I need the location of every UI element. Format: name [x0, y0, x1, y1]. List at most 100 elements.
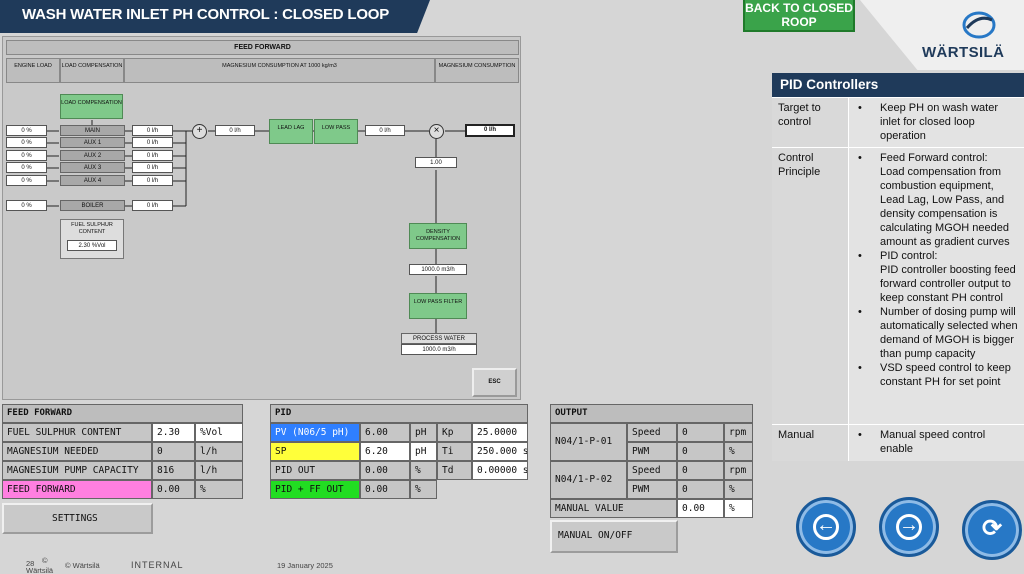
footer-company: Wärtsilä	[26, 566, 54, 574]
boiler-flow: 0 l/h	[132, 200, 173, 211]
logo-wordmark: WÄRTSILÄ	[922, 44, 1005, 61]
back-to-closed-loop-button[interactable]: BACK TO CLOSED ROOP	[743, 0, 855, 32]
process-water-value: 1000.0 m3/h	[401, 344, 477, 355]
principle-vsd: VSD speed control to keep constant PH fo…	[853, 361, 1020, 389]
previous-button[interactable]: ←	[796, 497, 856, 557]
arrow-left-icon: ←	[813, 514, 839, 540]
pump-2-name: N04/1-P-02	[550, 461, 627, 499]
manual-value-input[interactable]: 0.00	[677, 499, 724, 518]
ff-value-fuel-sulphur[interactable]: 2.30	[152, 423, 195, 442]
pid-table-title: PID	[270, 404, 528, 423]
engine-label-aux4: AUX 4	[60, 175, 125, 186]
ff-value-feed-forward: 0.00	[152, 480, 195, 499]
next-button[interactable]: →	[879, 497, 939, 557]
footer-copyright: © Wärtsilä	[65, 561, 100, 570]
footer-copyright-symbol: ©	[42, 556, 48, 565]
pump-2-pwm-value: 0	[677, 480, 724, 499]
row-manual: Manual Manual speed control enable	[772, 424, 1024, 461]
fuel-sulphur-label: FUEL SULPHUR CONTENT	[71, 222, 113, 235]
pump-1-name: N04/1-P-01	[550, 423, 627, 461]
manual-onoff-button[interactable]: MANUAL ON/OFF	[550, 520, 678, 553]
pid-label-pid-ff-out: PID + FF OUT	[270, 480, 360, 499]
principle-label: Control Principle	[772, 148, 849, 424]
load-compensation-button[interactable]: LOAD COMPENSATION	[60, 94, 123, 119]
pid-param-kp: Kp	[437, 423, 472, 442]
footer-classification: INTERNAL	[131, 560, 184, 570]
settings-button[interactable]: SETTINGS	[2, 503, 153, 534]
pump-1-pwm-label: PWM	[627, 442, 677, 461]
pid-unit-pid-ff-out: %	[410, 480, 437, 499]
feed-forward-table-title: FEED FORWARD	[2, 404, 243, 423]
fuel-sulphur-box: FUEL SULPHUR CONTENT 2.30 %Vol	[60, 219, 124, 259]
row-control-principle: Control Principle Feed Forward control: …	[772, 147, 1024, 424]
ff-unit-pump-capacity: l/h	[195, 461, 243, 480]
pid-unit-sp: pH	[410, 442, 437, 461]
engine-label-aux2: AUX 2	[60, 150, 125, 161]
pid-value-kp[interactable]: 25.0000	[472, 423, 528, 442]
row-target: Target to control Keep PH on wash water …	[772, 97, 1024, 147]
pid-controllers-title: PID Controllers	[772, 73, 1024, 97]
pid-unit-pv: pH	[410, 423, 437, 442]
target-label: Target to control	[772, 98, 849, 147]
process-water-label: PROCESS WATER	[401, 333, 477, 344]
principle-pid-body: PID controller boosting feed forward con…	[880, 264, 1016, 304]
pump-1-pwm-value: 0	[677, 442, 724, 461]
footer-date: 19 January 2025	[277, 561, 333, 570]
pid-value-ti[interactable]: 250.000 s	[472, 442, 528, 461]
refresh-button[interactable]: ⟳	[962, 500, 1022, 560]
manual-value: Manual speed control enable	[849, 425, 1024, 461]
pump-1-speed-label: Speed	[627, 423, 677, 442]
ff-label-fuel-sulphur: FUEL SULPHUR CONTENT	[2, 423, 152, 442]
low-pass-button[interactable]: LOW PASS	[314, 119, 358, 144]
manual-value-label: MANUAL VALUE	[550, 499, 677, 518]
engine-load-aux2: 0 %	[6, 150, 47, 161]
pid-label-out: PID OUT	[270, 461, 360, 480]
wartsila-logo-icon	[962, 11, 996, 39]
engine-load-aux3: 0 %	[6, 162, 47, 173]
pid-label-pv: PV (N06/5 pH)	[270, 423, 360, 442]
pid-value-pv: 6.00	[360, 423, 410, 442]
pid-value-pid-ff-out: 0.00	[360, 480, 410, 499]
low-pass-filter-button[interactable]: LOW PASS FILTER	[409, 293, 467, 319]
density-value: 1000.0 m3/h	[409, 264, 467, 275]
pump-1-speed-value: 0	[677, 423, 724, 442]
page-title: WASH WATER INLET PH CONTROL : CLOSED LOO…	[22, 6, 390, 23]
pid-param-td: Td	[437, 461, 472, 480]
feed-forward-diagram: FEED FORWARD ENGINE LOAD LOAD COMPENSATI…	[2, 36, 521, 400]
principle-ff-head: Feed Forward control:	[853, 151, 1020, 165]
principle-ff-body: Load compensation from combustion equipm…	[880, 166, 1010, 248]
target-text: Keep PH on wash water inlet for closed l…	[853, 101, 1020, 143]
manual-value-unit: %	[724, 499, 753, 518]
density-compensation-button[interactable]: DENSITY COMPENSATION	[409, 223, 467, 249]
engine-flow-main: 0 l/h	[132, 125, 173, 136]
lead-lag-button[interactable]: LEAD LAG	[269, 119, 313, 144]
sum-value: 0 l/h	[215, 125, 255, 136]
pump-1-speed-unit: rpm	[724, 423, 753, 442]
sum-node: +	[192, 124, 207, 139]
ff-value-pump-capacity: 816	[152, 461, 195, 480]
pid-unit-out: %	[410, 461, 437, 480]
pid-value-sp[interactable]: 6.20	[360, 442, 410, 461]
boiler-label: BOILER	[60, 200, 125, 211]
engine-label-aux3: AUX 3	[60, 162, 125, 173]
esc-button[interactable]: ESC	[472, 368, 517, 397]
pump-1-pwm-unit: %	[724, 442, 753, 461]
magnesium-output-value: 0 l/h	[465, 124, 515, 137]
pid-value-td[interactable]: 0.00000 s	[472, 461, 528, 480]
engine-load-main: 0 %	[6, 125, 47, 136]
engine-flow-aux4: 0 l/h	[132, 175, 173, 186]
ff-unit-magnesium-needed: l/h	[195, 442, 243, 461]
pump-2-speed-value: 0	[677, 461, 724, 480]
ff-label-feed-forward: FEED FORWARD	[2, 480, 152, 499]
engine-label-aux1: AUX 1	[60, 137, 125, 148]
arrow-right-icon: →	[896, 514, 922, 540]
multiply-node: ×	[429, 124, 444, 139]
after-lowpass-value: 0 l/h	[365, 125, 405, 136]
engine-flow-aux1: 0 l/h	[132, 137, 173, 148]
pid-value-out: 0.00	[360, 461, 410, 480]
engine-load-aux4: 0 %	[6, 175, 47, 186]
pid-param-ti: Ti	[437, 442, 472, 461]
principle-pump-selection: Number of dosing pump will automatically…	[853, 305, 1020, 361]
boiler-load: 0 %	[6, 200, 47, 211]
pump-2-pwm-unit: %	[724, 480, 753, 499]
